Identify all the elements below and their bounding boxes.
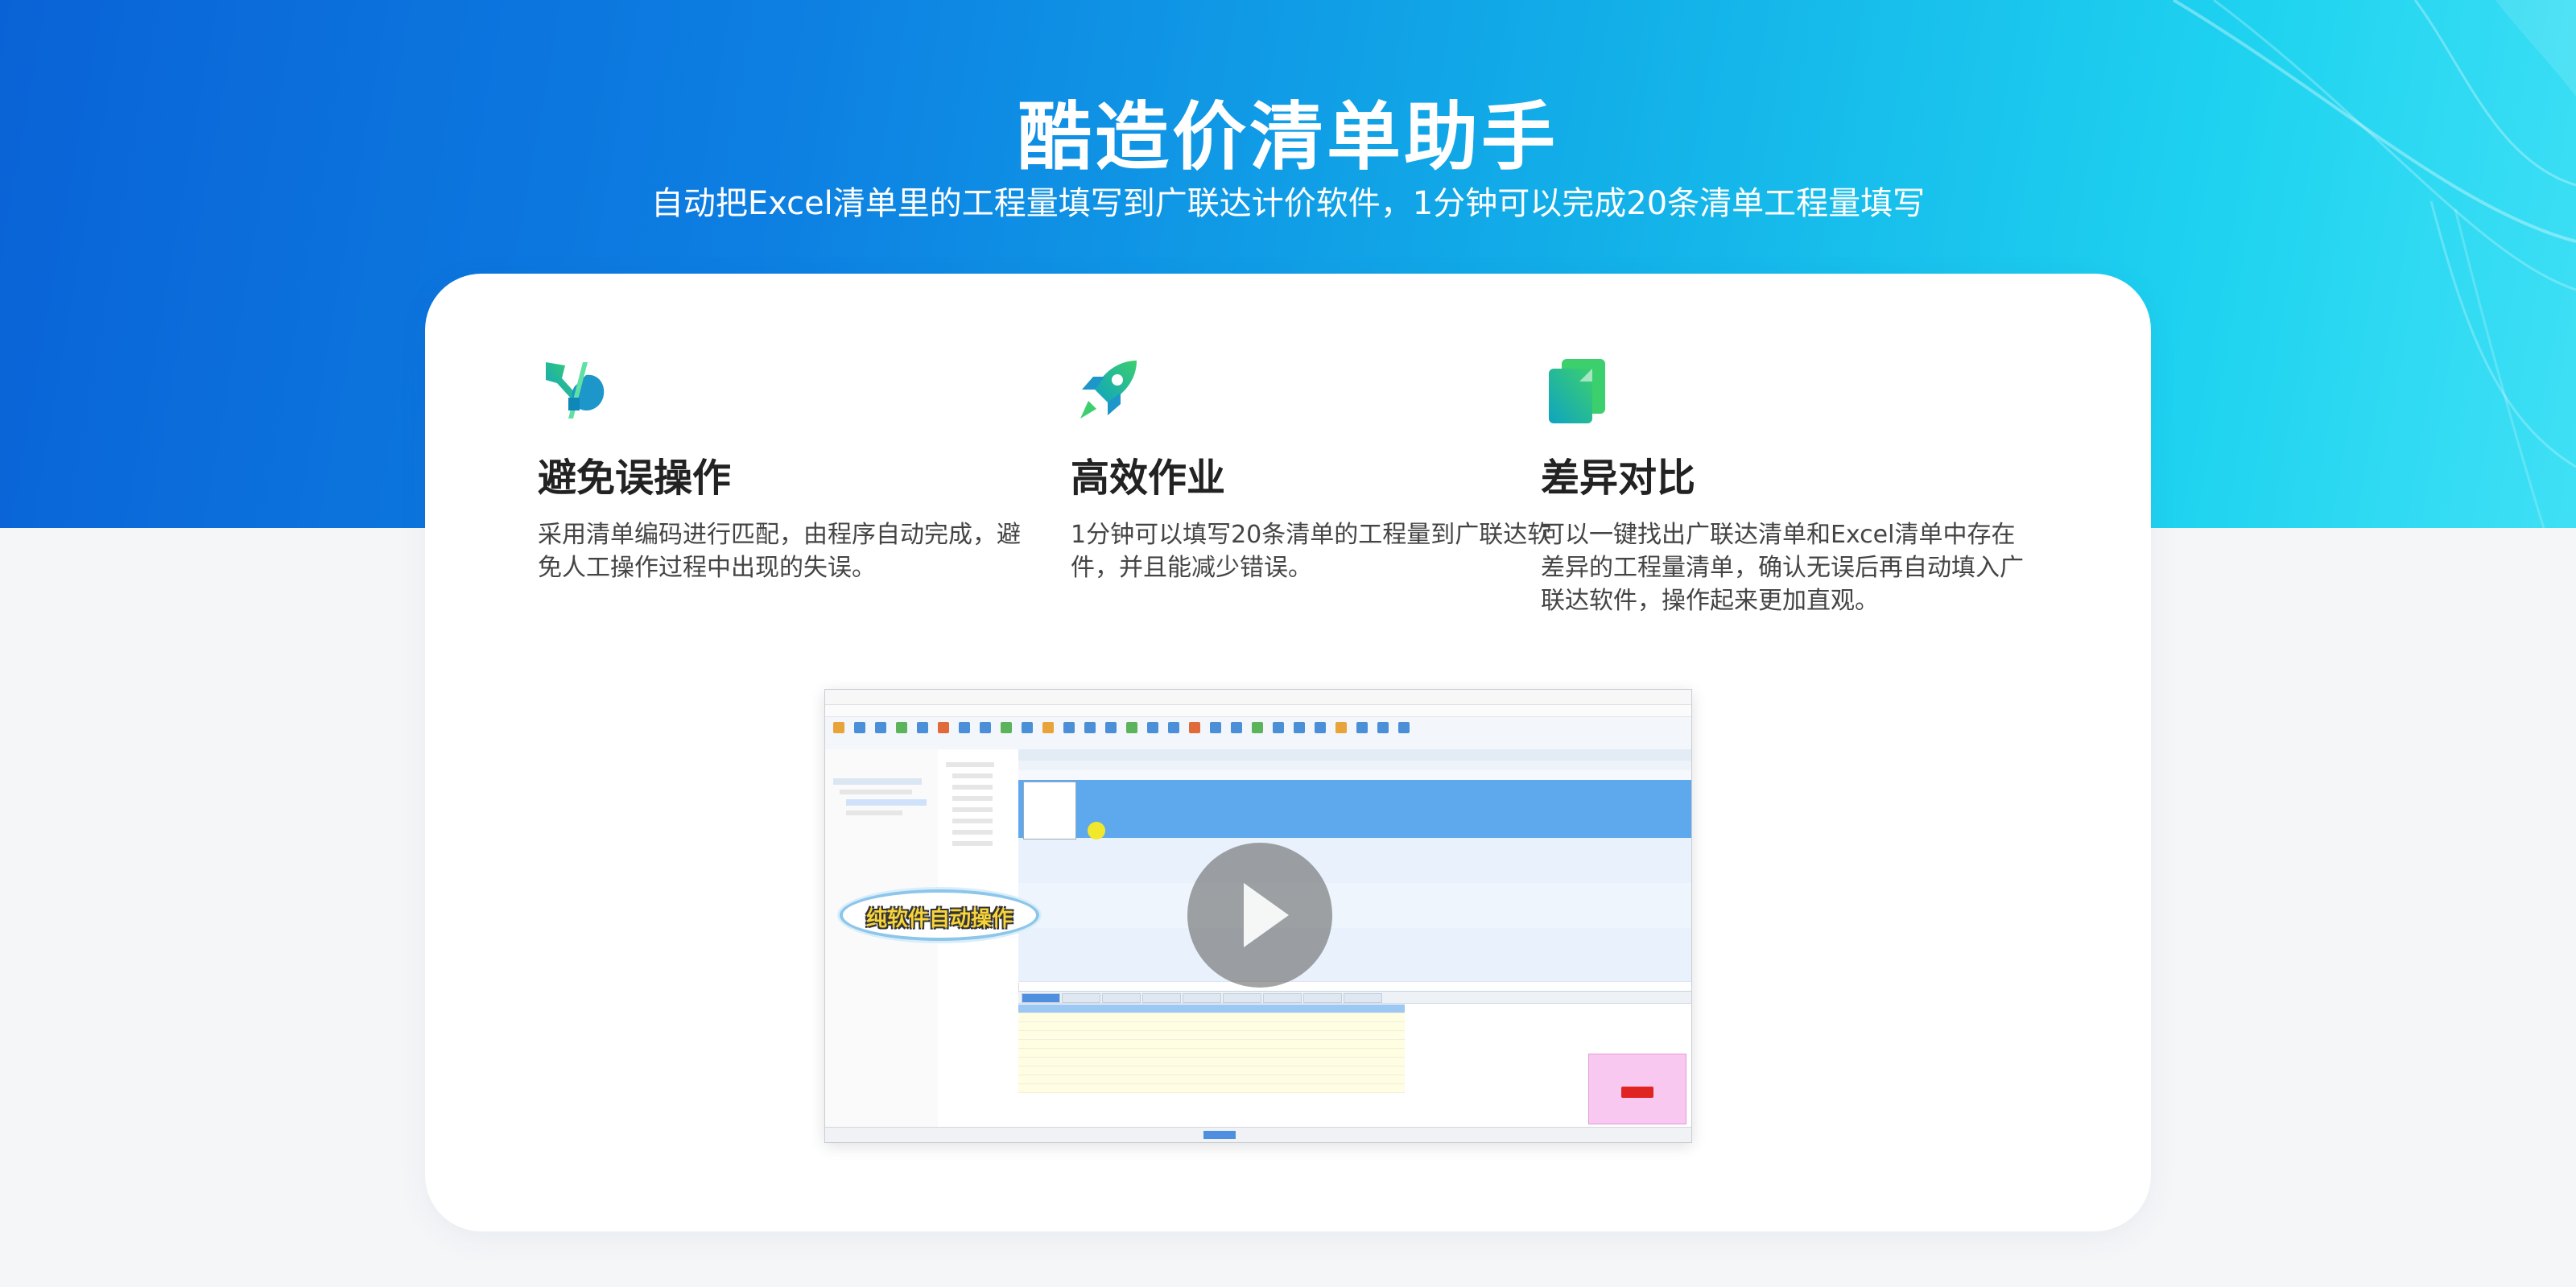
feature-compare: 差异对比 可以一键找出广联达清单和Excel清单中存在差异的工程量清单，确认无误… [1541,354,2024,617]
demo-video[interactable]: 纯软件自动操作 [824,689,1692,1143]
rocket-icon [1080,361,1137,419]
app-menubar [825,705,1691,717]
app-titlebar [825,690,1691,705]
feature-card: 避免误操作 采用清单编码进行匹配，由程序自动完成，避免人工操作过程中出现的失误。… [425,274,2151,1231]
assistant-popup [1588,1054,1686,1124]
feature-desc: 可以一键找出广联达清单和Excel清单中存在差异的工程量清单，确认无误后再自动填… [1541,521,2024,615]
feature-desc: 1分钟可以填写20条清单的工程量到广联达软件，并且能减少错误。 [1071,521,1552,582]
play-button[interactable] [1187,843,1332,988]
page-title: 酷造价清单助手 [1017,94,1558,180]
feature-title: 高效作业 [1071,456,1226,501]
bubble-text: 纯软件自动操作 [865,907,1013,931]
feature-desc: 采用清单编码进行匹配，由程序自动完成，避免人工操作过程中出现的失误。 [538,521,1021,582]
bill-grid[interactable] [1018,749,1691,983]
feature-avoid-errors: 避免误操作 采用清单编码进行匹配，由程序自动完成，避免人工操作过程中出现的失误。 [538,354,1021,584]
app-statusbar [825,1127,1691,1142]
app-ribbon [825,717,1691,750]
tools-icon [546,362,605,419]
documents-icon [1549,359,1605,423]
page-subtitle: 自动把Excel清单里的工程量填写到广联达计价软件，1分钟可以完成20条清单工程… [650,185,1926,222]
speech-bubble: 纯软件自动操作 [840,889,1039,941]
feature-title: 避免误操作 [538,456,732,501]
feature-title: 差异对比 [1541,456,1696,501]
feature-efficient: 高效作业 1分钟可以填写20条清单的工程量到广联达软件，并且能减少错误。 [1071,354,1554,584]
popup-stop-button[interactable] [1621,1087,1653,1098]
